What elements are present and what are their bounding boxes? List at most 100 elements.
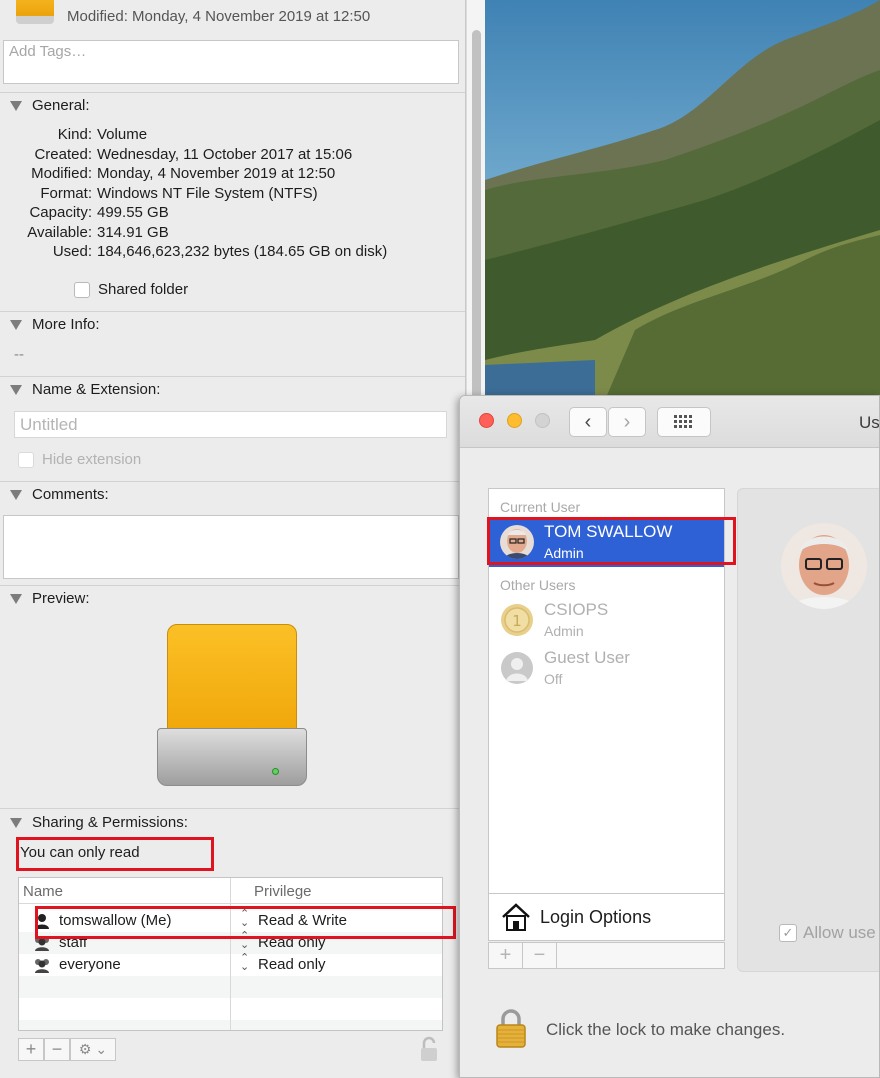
user-details-pane: ✓ Allow use bbox=[737, 488, 879, 972]
user-photo[interactable] bbox=[781, 523, 867, 609]
user-row-csiops[interactable]: 1 CSIOPS Admin bbox=[489, 595, 724, 645]
drive-preview-icon bbox=[157, 624, 307, 786]
guest-user-icon bbox=[500, 651, 534, 685]
allow-checkbox[interactable]: ✓ Allow use bbox=[779, 923, 876, 943]
disclosure-triangle-icon[interactable] bbox=[10, 100, 22, 111]
general-row: Capacity: 499.55 GB bbox=[29, 204, 169, 221]
forward-button[interactable]: › bbox=[608, 407, 646, 437]
privilege-stepper-icon[interactable]: ⌃ ⌄ bbox=[240, 909, 249, 929]
user-name: Guest User bbox=[544, 648, 630, 667]
zoom-button[interactable] bbox=[535, 413, 550, 428]
privilege-value[interactable]: Read only bbox=[258, 956, 326, 973]
column-header-privilege[interactable]: Privilege bbox=[254, 883, 312, 900]
column-header-name[interactable]: Name bbox=[23, 883, 63, 900]
hide-extension-checkbox[interactable]: Hide extension bbox=[18, 451, 141, 468]
group-icon bbox=[35, 959, 49, 973]
disclosure-triangle-icon[interactable] bbox=[10, 319, 22, 330]
other-users-group-label: Other Users bbox=[500, 577, 576, 593]
privilege-stepper-icon[interactable]: ⌃ ⌄ bbox=[240, 953, 249, 973]
scrollbar-thumb[interactable] bbox=[472, 30, 481, 410]
login-options[interactable]: Login Options bbox=[488, 894, 725, 941]
disclosure-triangle-icon[interactable] bbox=[10, 384, 22, 395]
gold-coin-avatar: 1 bbox=[500, 603, 534, 637]
remove-permission-button[interactable]: − bbox=[44, 1038, 70, 1061]
show-all-button[interactable] bbox=[657, 407, 711, 437]
action-menu-button[interactable]: ⚙︎ ⌄ bbox=[70, 1038, 116, 1061]
general-row: Available: 314.91 GB bbox=[27, 224, 169, 241]
hide-extension-label: Hide extension bbox=[42, 451, 142, 468]
general-section-header[interactable]: General: bbox=[10, 97, 90, 114]
sharing-section-header[interactable]: Sharing & Permissions: bbox=[10, 814, 188, 831]
permission-status: You can only read bbox=[20, 844, 140, 861]
disclosure-triangle-icon[interactable] bbox=[10, 593, 22, 604]
more-info-value: -- bbox=[14, 346, 24, 363]
close-button[interactable] bbox=[479, 413, 494, 428]
checkbox[interactable] bbox=[18, 451, 34, 468]
name-extension-title: Name & Extension: bbox=[32, 381, 161, 398]
tags-input[interactable]: Add Tags… bbox=[3, 40, 459, 84]
user-name: TOM SWALLOW bbox=[544, 522, 673, 541]
disclosure-triangle-icon[interactable] bbox=[10, 489, 22, 500]
general-row: Created: Wednesday, 11 October 2017 at 15… bbox=[34, 146, 353, 163]
title-bar: ‹ › Us bbox=[460, 396, 880, 448]
more-info-section-header[interactable]: More Info: bbox=[10, 316, 100, 333]
remove-user-button[interactable]: − bbox=[523, 943, 557, 968]
name-field[interactable]: Untitled bbox=[14, 411, 447, 438]
permissions-buttons: + − ⚙︎ ⌄ bbox=[18, 1038, 116, 1062]
drive-icon bbox=[16, 0, 54, 24]
minimize-button[interactable] bbox=[507, 413, 522, 428]
user-list-buttons: + − bbox=[488, 942, 725, 969]
shared-folder-checkbox[interactable]: Shared folder bbox=[74, 281, 188, 298]
shared-folder-label: Shared folder bbox=[98, 281, 189, 298]
lock-icon[interactable] bbox=[494, 1008, 528, 1048]
lock-icon[interactable] bbox=[418, 1036, 440, 1062]
add-user-button[interactable]: + bbox=[489, 943, 523, 968]
back-button[interactable]: ‹ bbox=[569, 407, 607, 437]
user-role: Off bbox=[544, 671, 563, 687]
user-row-guest[interactable]: Guest User Off bbox=[489, 643, 724, 693]
single-user-icon bbox=[35, 914, 49, 929]
privilege-value[interactable]: Read only bbox=[258, 934, 326, 951]
user-name: tomswallow (Me) bbox=[59, 912, 172, 929]
user-name: staff bbox=[59, 934, 88, 951]
privilege-value[interactable]: Read & Write bbox=[258, 912, 347, 929]
user-row-tom-swallow[interactable]: TOM SWALLOW Admin bbox=[489, 517, 724, 567]
login-options-label: Login Options bbox=[540, 907, 652, 927]
general-row: Kind: Volume bbox=[57, 126, 148, 143]
svg-text:1: 1 bbox=[512, 612, 522, 630]
grid-icon bbox=[674, 415, 692, 428]
gear-icon: ⚙︎ ⌄ bbox=[78, 1041, 108, 1057]
checkbox[interactable]: ✓ bbox=[779, 924, 797, 942]
name-extension-section-header[interactable]: Name & Extension: bbox=[10, 381, 160, 398]
group-icon bbox=[35, 937, 49, 951]
user-list: Current User TOM SWALLOW Admin Other Use… bbox=[488, 488, 725, 894]
allow-label: Allow use bbox=[803, 923, 876, 942]
user-name: CSIOPS bbox=[544, 600, 609, 619]
add-permission-button[interactable]: + bbox=[18, 1038, 44, 1061]
window-title: Us bbox=[859, 413, 880, 432]
preview-title: Preview: bbox=[32, 590, 90, 607]
comments-section-header[interactable]: Comments: bbox=[10, 486, 109, 503]
avatar bbox=[500, 525, 534, 559]
permissions-table: Name Privilege tomswallow (Me) ⌃ ⌄ Read &… bbox=[18, 877, 443, 1031]
modified-header: Modified: Monday, 4 November 2019 at 12:… bbox=[67, 8, 371, 25]
preview-section-header[interactable]: Preview: bbox=[10, 590, 90, 607]
lock-message: Click the lock to make changes. bbox=[546, 1020, 786, 1039]
general-title: General: bbox=[32, 97, 90, 114]
general-row: Format: Windows NT File System (NTFS) bbox=[40, 185, 318, 202]
get-info-panel: Modified: Monday, 4 November 2019 at 12:… bbox=[0, 0, 466, 1078]
user-name: everyone bbox=[59, 956, 121, 973]
current-user-group-label: Current User bbox=[500, 499, 581, 515]
privilege-stepper-icon[interactable]: ⌃ ⌄ bbox=[240, 931, 249, 951]
comments-title: Comments: bbox=[32, 486, 109, 503]
checkbox[interactable] bbox=[74, 281, 90, 298]
comments-field[interactable] bbox=[3, 515, 459, 579]
more-info-title: More Info: bbox=[32, 316, 100, 333]
desktop-wallpaper bbox=[485, 0, 880, 400]
sharing-title: Sharing & Permissions: bbox=[32, 814, 188, 831]
general-row: Modified: Monday, 4 November 2019 at 12:5… bbox=[31, 165, 336, 182]
chevron-right-icon: › bbox=[623, 410, 631, 433]
user-role: Admin bbox=[544, 623, 584, 639]
user-role: Admin bbox=[544, 545, 584, 561]
disclosure-triangle-icon[interactable] bbox=[10, 817, 22, 828]
